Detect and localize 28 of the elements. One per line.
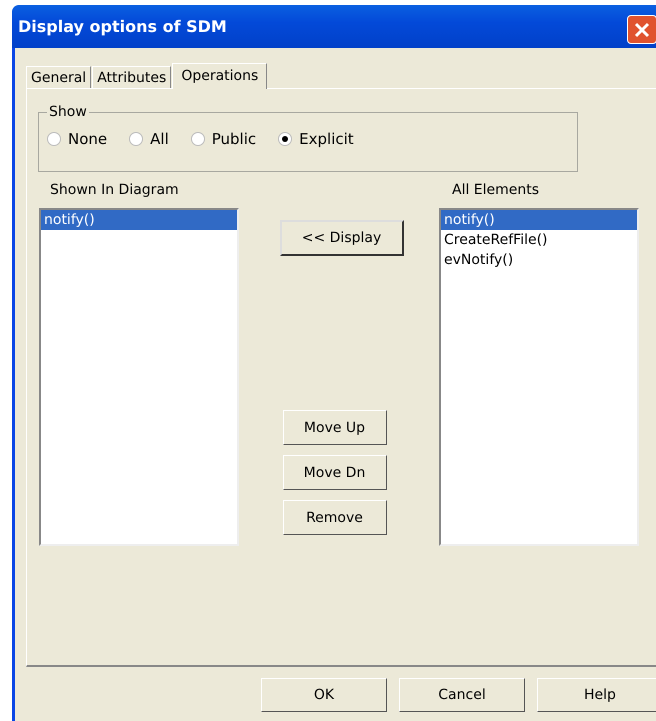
group-title: Show: [48, 104, 88, 120]
dialog-button[interactable]: Cancel: [399, 678, 525, 712]
window-title: Display options of SDM: [18, 17, 227, 36]
elements-list[interactable]: notify() CreateRefFile() evNotify(): [439, 208, 639, 546]
radio-option[interactable]: None: [47, 130, 108, 148]
order-button[interactable]: Remove: [282, 500, 386, 535]
radio-circle[interactable]: [129, 132, 144, 146]
tab[interactable]: General: [26, 66, 92, 88]
close-icon: [633, 20, 651, 38]
radio-option[interactable]: Explicit: [278, 130, 354, 148]
tab[interactable]: Attributes: [92, 66, 172, 88]
order-button[interactable]: Move Dn: [282, 455, 386, 490]
radio-circle[interactable]: [47, 132, 61, 146]
list-label: Shown In Diagram: [49, 182, 180, 200]
shown-list[interactable]: notify(): [39, 208, 239, 546]
dialog-button[interactable]: OK: [261, 678, 387, 712]
radio-circle[interactable]: [278, 132, 292, 146]
list-label: All Elements: [451, 182, 540, 200]
tab[interactable]: Operations: [172, 63, 268, 89]
close-button[interactable]: [627, 15, 656, 44]
list-item[interactable]: notify(): [441, 210, 637, 230]
radio-circle[interactable]: [190, 132, 205, 146]
order-button[interactable]: Move Up: [282, 410, 386, 445]
list-item[interactable]: notify(): [41, 210, 237, 230]
dialog-button[interactable]: Help: [537, 678, 656, 712]
radio-option[interactable]: All: [129, 130, 169, 148]
radio-option[interactable]: Public: [190, 130, 256, 148]
display-button[interactable]: << Display: [280, 220, 404, 256]
